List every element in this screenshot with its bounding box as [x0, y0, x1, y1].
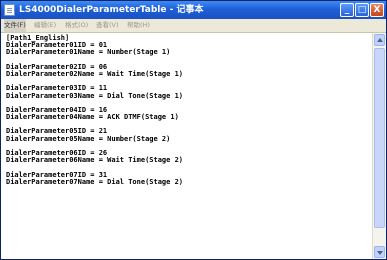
text-line: DialerParameter03Name = Dial Tone(Stage … — [6, 91, 184, 100]
scroll-up-icon — [377, 38, 383, 42]
menu-file[interactable]: 文件(F) — [4, 19, 26, 32]
minimize-button[interactable]: _ — [340, 3, 354, 17]
text-line: DialerParameter07Name = Dial Tone(Stage … — [6, 177, 184, 186]
vertical-scrollbar[interactable] — [372, 33, 386, 259]
menu-format[interactable]: 格式(O) — [65, 19, 88, 32]
notepad-window: LS4000DialerParameterTable - 记事本 _ □ X 文… — [0, 0, 387, 260]
text-editor-area[interactable]: [Path1_English] DialerParameter01ID = 01 D… — [1, 33, 372, 259]
window-title: LS4000DialerParameterTable - 记事本 — [19, 5, 204, 15]
text-line: DialerParameter06Name = Wait Time(Stage … — [6, 156, 184, 165]
close-button[interactable]: X — [370, 3, 384, 17]
text-line: DialerParameter02Name = Wait Time(Stage … — [6, 69, 184, 78]
menu-view[interactable]: 查看(V) — [96, 19, 119, 32]
menu-help[interactable]: 帮助(H) — [127, 19, 150, 32]
text-line: DialerParameter01Name = Number(Stage 1) — [6, 48, 171, 57]
text-line: DialerParameter05Name = Number(Stage 2) — [6, 134, 171, 143]
scroll-down-button[interactable] — [374, 246, 385, 258]
maximize-button[interactable]: □ — [355, 3, 369, 17]
scrollbar-thumb[interactable] — [374, 48, 385, 228]
text-content: [Path1_English] DialerParameter01ID = 01 D… — [1, 33, 372, 193]
text-line: DialerParameter04Name = ACK DTMF(Stage 1… — [6, 113, 179, 122]
text-line — [6, 186, 372, 193]
scroll-down-icon — [377, 251, 383, 255]
title-bar[interactable]: LS4000DialerParameterTable - 记事本 _ □ X — [1, 1, 386, 19]
notepad-icon — [4, 4, 15, 16]
menu-bar: 文件(F) 编辑(E) 格式(O) 查看(V) 帮助(H) — [1, 19, 386, 33]
scroll-up-button[interactable] — [374, 34, 385, 46]
menu-edit[interactable]: 编辑(E) — [34, 19, 56, 32]
